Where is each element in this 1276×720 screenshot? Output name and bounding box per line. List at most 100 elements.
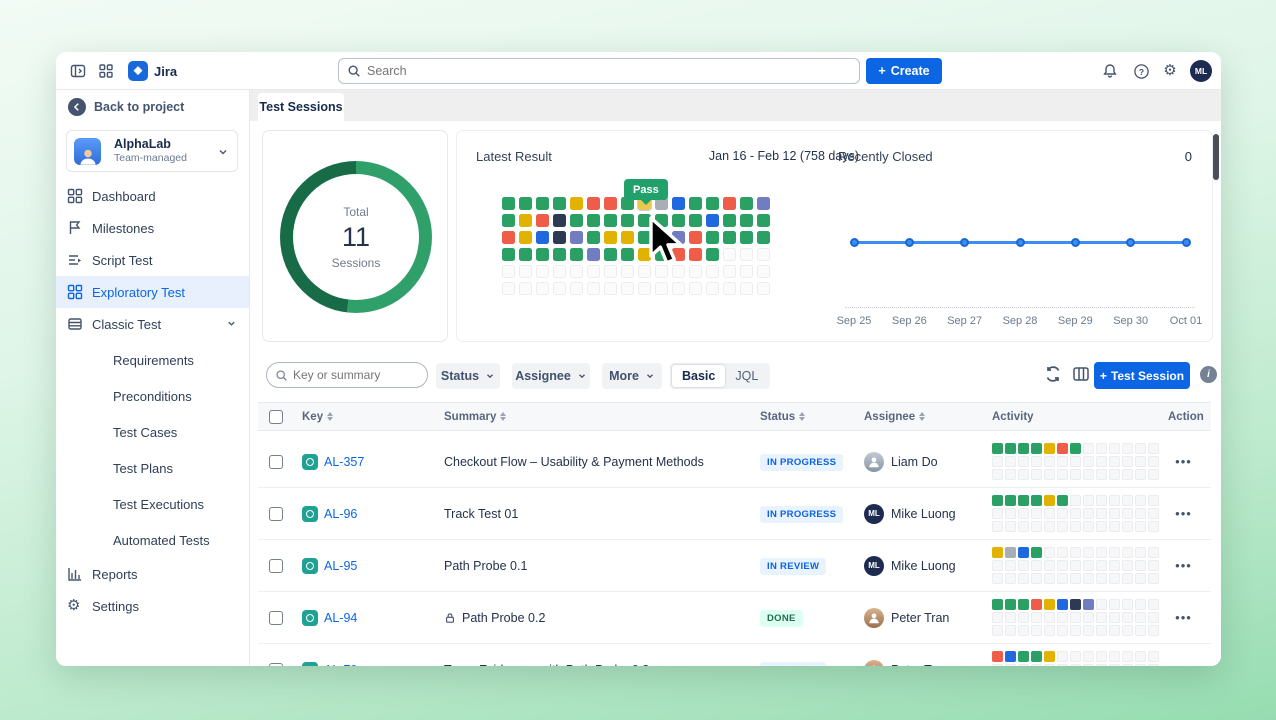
result-cell-r3-c3[interactable]	[536, 231, 549, 244]
result-cell-r3-c10[interactable]	[655, 231, 668, 244]
sidebar-item-automated-tests[interactable]: Automated Tests	[56, 522, 249, 558]
result-cell-r1-c11[interactable]	[672, 197, 685, 210]
row-actions-button[interactable]: •••	[1168, 610, 1211, 625]
row-key-link[interactable]: AL-357	[324, 455, 364, 469]
result-cell-r1-c7[interactable]	[604, 197, 617, 210]
result-cell-r3-c1[interactable]	[502, 231, 515, 244]
result-cell-r3-c12[interactable]	[689, 231, 702, 244]
back-to-project-button[interactable]: Back to project	[68, 98, 184, 116]
result-cell-r4-c11[interactable]	[672, 248, 685, 261]
sidebar-item-settings[interactable]: ⚙ Settings	[56, 590, 249, 622]
result-cell-r3-c9[interactable]	[638, 231, 651, 244]
result-cell-r4-c8[interactable]	[621, 248, 634, 261]
result-cell-r3-c2[interactable]	[519, 231, 532, 244]
result-cell-r4-c4[interactable]	[553, 248, 566, 261]
result-cell-r2-c9[interactable]	[638, 214, 651, 227]
table-row-al-96[interactable]: AL-96Track Test 01IN PROGRESSMLMike Luon…	[258, 488, 1211, 540]
result-cell-r1-c15[interactable]	[740, 197, 753, 210]
row-summary[interactable]: Path Probe 0.2	[462, 611, 545, 625]
tab-test-sessions[interactable]: Test Sessions	[258, 93, 344, 121]
result-cell-r4-c6[interactable]	[587, 248, 600, 261]
sidebar-item-requirements[interactable]: Requirements	[56, 342, 249, 378]
result-cell-r2-c1[interactable]	[502, 214, 515, 227]
user-avatar[interactable]: ML	[1190, 60, 1212, 82]
result-cell-r1-c1[interactable]	[502, 197, 515, 210]
row-checkbox[interactable]	[269, 455, 283, 469]
status-filter-dropdown[interactable]: Status	[436, 363, 500, 389]
column-header-summary[interactable]: Summary	[444, 409, 760, 424]
row-summary[interactable]: Trace Evidences with Path Probe 0.2	[444, 663, 649, 667]
chart-point-sep-29[interactable]	[1071, 238, 1080, 247]
key-summary-search[interactable]	[266, 362, 428, 388]
row-checkbox[interactable]	[269, 611, 283, 625]
result-cell-r2-c5[interactable]	[570, 214, 583, 227]
row-key-link[interactable]: AL-95	[324, 559, 357, 573]
row-actions-button[interactable]: •••	[1168, 454, 1211, 469]
result-cell-r3-c14[interactable]	[723, 231, 736, 244]
result-cell-r3-c13[interactable]	[706, 231, 719, 244]
row-checkbox[interactable]	[269, 663, 283, 667]
result-cell-r2-c16[interactable]	[757, 214, 770, 227]
chart-point-sep-25[interactable]	[850, 238, 859, 247]
row-summary[interactable]: Track Test 01	[444, 507, 518, 521]
sidebar-collapse-icon[interactable]	[70, 63, 86, 79]
result-cell-r1-c4[interactable]	[553, 197, 566, 210]
result-cell-r2-c3[interactable]	[536, 214, 549, 227]
result-cell-r1-c13[interactable]	[706, 197, 719, 210]
result-cell-r1-c3[interactable]	[536, 197, 549, 210]
assignee-filter-dropdown[interactable]: Assignee	[512, 363, 590, 389]
table-row-al-79[interactable]: AL-79 Trace Evidences with Path Probe 0.2…	[258, 644, 1211, 666]
help-button[interactable]: ?	[1132, 62, 1150, 80]
result-cell-r2-c13[interactable]	[706, 214, 719, 227]
sidebar-item-reports[interactable]: Reports	[56, 558, 249, 590]
result-cell-r3-c15[interactable]	[740, 231, 753, 244]
sidebar-item-milestones[interactable]: Milestones	[56, 212, 249, 244]
project-switcher[interactable]: AlphaLab Team-managed	[66, 130, 238, 172]
row-key-link[interactable]: AL-94	[324, 611, 357, 625]
chart-point-oct-01[interactable]	[1182, 238, 1191, 247]
sidebar-item-dashboard[interactable]: Dashboard	[56, 180, 249, 212]
result-cell-r3-c16[interactable]	[757, 231, 770, 244]
result-cell-r4-c2[interactable]	[519, 248, 532, 261]
row-key-link[interactable]: AL-96	[324, 507, 357, 521]
notifications-button[interactable]	[1101, 62, 1119, 80]
chart-point-sep-30[interactable]	[1126, 238, 1135, 247]
global-search[interactable]	[338, 58, 860, 84]
result-cell-r4-c9[interactable]	[638, 248, 651, 261]
result-cell-r3-c5[interactable]	[570, 231, 583, 244]
create-button[interactable]: +Create	[866, 58, 942, 84]
result-cell-r1-c16[interactable]	[757, 197, 770, 210]
select-all-checkbox[interactable]	[269, 410, 283, 424]
result-cell-r1-c5[interactable]	[570, 197, 583, 210]
chart-point-sep-26[interactable]	[905, 238, 914, 247]
settings-gear-button[interactable]: ⚙	[1161, 62, 1179, 80]
row-key-link[interactable]: AL-79	[324, 663, 357, 667]
more-filter-dropdown[interactable]: More	[602, 363, 662, 389]
vertical-scrollbar[interactable]	[1213, 134, 1219, 180]
row-actions-button[interactable]: •••	[1168, 506, 1211, 521]
result-cell-r2-c14[interactable]	[723, 214, 736, 227]
result-cell-r2-c2[interactable]	[519, 214, 532, 227]
result-cell-r1-c6[interactable]	[587, 197, 600, 210]
result-cell-r2-c15[interactable]	[740, 214, 753, 227]
result-cell-r4-c12[interactable]	[689, 248, 702, 261]
new-test-session-button[interactable]: +Test Session	[1094, 362, 1190, 389]
row-actions-button[interactable]: •••	[1168, 662, 1211, 666]
table-row-al-95[interactable]: AL-95Path Probe 0.1IN REVIEWMLMike Luong…	[258, 540, 1211, 592]
table-row-al-94[interactable]: AL-94Path Probe 0.2DONEPeter Tran•••	[258, 592, 1211, 644]
info-icon[interactable]: i	[1200, 366, 1217, 383]
result-cell-r3-c4[interactable]	[553, 231, 566, 244]
column-header-assignee[interactable]: Assignee	[864, 409, 992, 424]
result-cell-r4-c7[interactable]	[604, 248, 617, 261]
table-row-al-357[interactable]: AL-357Checkout Flow – Usability & Paymen…	[258, 436, 1211, 488]
row-summary[interactable]: Path Probe 0.1	[444, 559, 527, 573]
result-cell-r2-c7[interactable]	[604, 214, 617, 227]
result-cell-r3-c8[interactable]	[621, 231, 634, 244]
result-cell-r2-c10[interactable]	[655, 214, 668, 227]
column-header-key[interactable]: Key	[302, 409, 444, 424]
result-cell-r3-c6[interactable]	[587, 231, 600, 244]
result-cell-r4-c3[interactable]	[536, 248, 549, 261]
columns-button[interactable]	[1072, 365, 1092, 385]
result-cell-r4-c10[interactable]	[655, 248, 668, 261]
result-cell-r1-c2[interactable]	[519, 197, 532, 210]
